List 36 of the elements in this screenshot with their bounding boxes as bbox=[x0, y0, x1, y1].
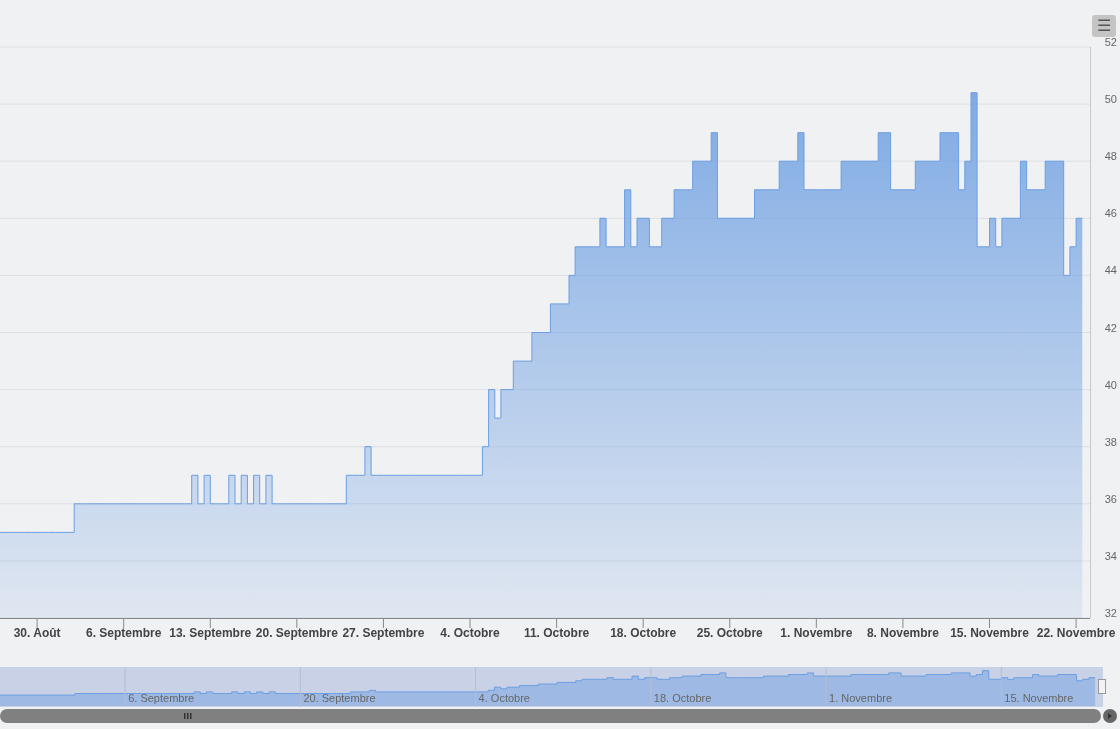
y-axis-label: 48 bbox=[1104, 150, 1117, 163]
navigator-label: 20. Septembre bbox=[303, 692, 376, 704]
y-axis-label: 32 bbox=[1104, 607, 1117, 619]
y-axis-label: 52 bbox=[1104, 36, 1117, 48]
menu-button[interactable]: ☰ bbox=[1092, 15, 1116, 37]
grip-icon bbox=[184, 713, 192, 719]
x-axis-label: 18. Octobre bbox=[610, 626, 677, 640]
y-axis-label: 40 bbox=[1104, 378, 1117, 391]
x-axis-label: 27. Septembre bbox=[342, 626, 425, 640]
y-axis-label: 50 bbox=[1104, 93, 1117, 106]
x-axis-label: 15. Novembre bbox=[950, 626, 1029, 640]
x-axis-label: 30. Août bbox=[13, 626, 61, 640]
x-axis-label: 8. Novembre bbox=[866, 626, 939, 640]
x-axis-label: 22. Novembre bbox=[1036, 626, 1116, 640]
scrollbar-thumb[interactable] bbox=[0, 709, 1101, 723]
y-axis-label: 36 bbox=[1104, 492, 1117, 505]
x-axis-label: 20. Septembre bbox=[255, 626, 338, 640]
x-axis-label: 13. Septembre bbox=[169, 626, 252, 640]
scroll-right-button[interactable] bbox=[1103, 709, 1117, 723]
x-axis-label: 11. Octobre bbox=[523, 626, 590, 640]
navigator-label: 1. Novembre bbox=[829, 692, 893, 704]
navigator-label: 15. Novembre bbox=[1004, 692, 1074, 704]
navigator-handle[interactable] bbox=[1098, 679, 1106, 694]
navigator-label: 6. Septembre bbox=[128, 692, 195, 704]
y-axis-label: 46 bbox=[1104, 207, 1117, 220]
x-axis-label: 1. Novembre bbox=[780, 626, 853, 640]
navigator-label: 18. Octobre bbox=[653, 692, 712, 704]
x-axis-label: 6. Septembre bbox=[86, 626, 162, 640]
y-axis-label: 38 bbox=[1104, 435, 1117, 448]
y-axis-label: 44 bbox=[1104, 264, 1117, 277]
x-axis-label: 4. Octobre bbox=[440, 626, 500, 640]
navigator-label: 4. Octobre bbox=[478, 692, 530, 704]
x-axis-label: 25. Octobre bbox=[696, 626, 763, 640]
y-axis-label: 34 bbox=[1104, 549, 1117, 562]
arrow-right-icon bbox=[1107, 713, 1113, 719]
y-axis-label: 42 bbox=[1104, 321, 1117, 334]
